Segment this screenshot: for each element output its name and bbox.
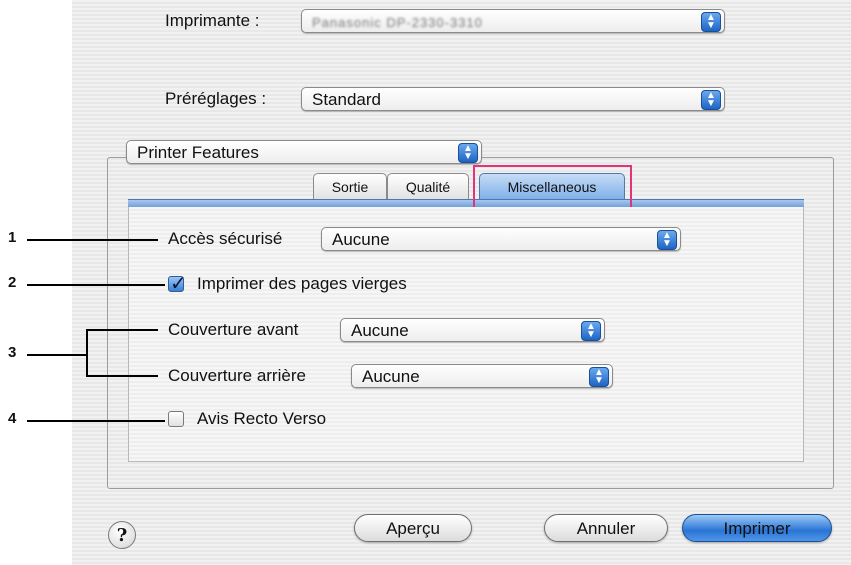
preview-button[interactable]: Aperçu [354,514,472,542]
duplex-notice-label: Avis Recto Verso [197,409,327,428]
back-cover-value: Aucune [362,367,420,386]
tab-sortie[interactable]: Sortie [313,173,387,199]
printer-popup[interactable]: Panasonic DP-2330-3310 ▲ ▼ [301,9,725,33]
secure-access-label: Accès sécurisé [168,229,283,248]
secure-access-popup[interactable]: Aucune ▲ ▼ [321,227,681,251]
callout-3-bottom-line [86,375,158,377]
print-blank-pages-checkbox[interactable]: ✓ [168,273,187,295]
popup-arrows-icon: ▲ ▼ [589,367,609,387]
tab-qualite[interactable]: Qualité [387,173,469,199]
callout-1-line [27,239,158,241]
front-cover-value: Aucune [351,321,409,340]
callout-2-line [27,284,165,286]
presets-popup[interactable]: Standard ▲ ▼ [301,87,725,111]
cancel-button[interactable]: Annuler [544,514,668,542]
checkmark-icon: ✓ [170,273,187,295]
front-cover-label: Couverture avant [168,320,299,339]
secure-access-value: Aucune [332,230,390,249]
duplex-notice-checkbox[interactable] [168,411,184,427]
callout-3: 3 [8,344,17,361]
print-button[interactable]: Imprimer [682,514,832,542]
callout-3-bracket [86,329,88,377]
print-blank-pages-label: Imprimer des pages vierges [197,274,407,293]
popup-arrows-icon: ▲ ▼ [701,90,721,110]
callout-4: 4 [8,410,17,427]
callout-3-top-line [86,329,158,331]
front-cover-popup[interactable]: Aucune ▲ ▼ [340,318,605,342]
callout-1: 1 [8,229,17,246]
popup-arrows-icon: ▲ ▼ [581,321,601,341]
callout-3-line [27,354,88,356]
popup-arrows-icon: ▲ ▼ [701,12,721,32]
presets-value: Standard [312,90,381,109]
callout-4-line [27,420,165,422]
panel-select-popup[interactable]: Printer Features ▲ ▼ [126,140,482,164]
presets-label: Préréglages : [165,89,267,108]
popup-arrows-icon: ▲ ▼ [458,143,478,163]
panel-select-value: Printer Features [137,143,259,162]
popup-arrows-icon: ▲ ▼ [657,230,677,250]
help-button[interactable]: ? [108,521,136,549]
printer-value: Panasonic DP-2330-3310 [312,15,483,30]
printer-label: Imprimante : [165,11,260,30]
callout-2: 2 [8,274,17,291]
back-cover-popup[interactable]: Aucune ▲ ▼ [351,364,613,388]
back-cover-label: Couverture arrière [168,366,306,385]
